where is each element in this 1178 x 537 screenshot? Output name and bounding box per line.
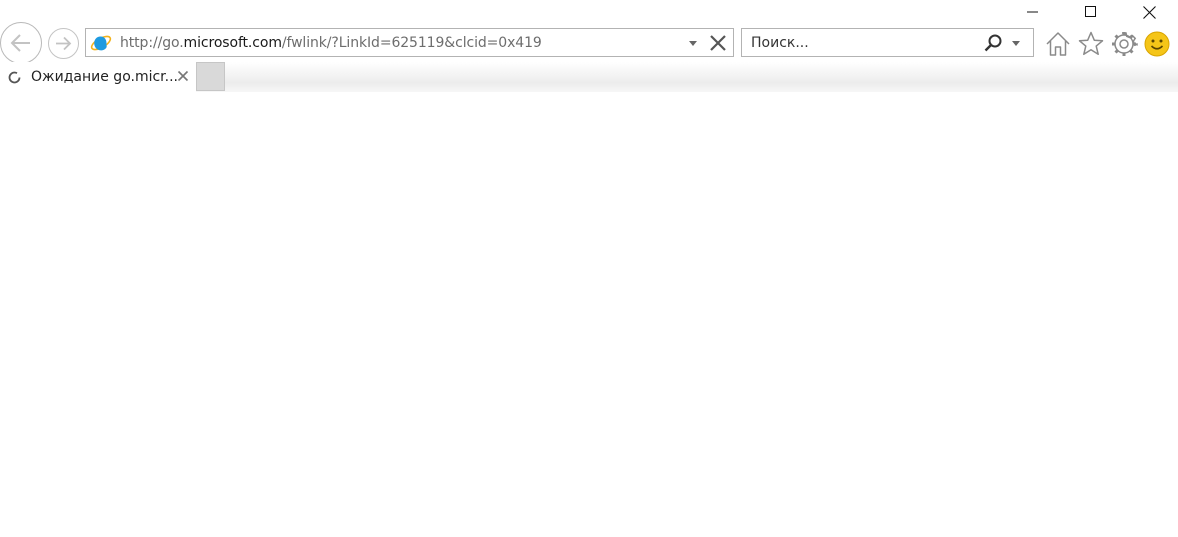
favorites-star-icon[interactable] [1077, 30, 1105, 58]
address-dropdown-icon[interactable] [686, 38, 700, 48]
tab-strip: Ожидание go.micr... [0, 62, 1178, 92]
minimize-button[interactable] [1010, 0, 1056, 24]
search-icon[interactable] [982, 33, 1004, 53]
new-tab-button[interactable] [196, 62, 225, 91]
stop-loading-icon[interactable] [709, 34, 727, 52]
tools-gear-icon[interactable] [1110, 30, 1138, 58]
search-box[interactable]: Поиск... [741, 28, 1034, 57]
tab-active[interactable]: Ожидание go.micr... [0, 62, 196, 92]
home-icon[interactable] [1044, 30, 1072, 58]
back-button[interactable] [0, 22, 42, 64]
tab-close-icon[interactable] [177, 70, 189, 82]
forward-button[interactable] [48, 28, 79, 59]
loading-spinner-icon [8, 71, 21, 84]
maximize-icon [1085, 6, 1096, 17]
feedback-smiley-icon[interactable] [1143, 30, 1171, 58]
close-icon [1142, 5, 1156, 19]
address-bar[interactable]: http://go.microsoft.com/fwlink/?LinkId=6… [85, 28, 734, 57]
close-window-button[interactable] [1126, 0, 1172, 24]
back-arrow-icon [10, 34, 30, 52]
forward-arrow-icon [56, 36, 72, 51]
internet-explorer-icon [90, 35, 112, 51]
tab-title: Ожидание go.micr... [31, 69, 179, 85]
search-provider-dropdown-icon[interactable] [1010, 38, 1022, 48]
url-text[interactable]: http://go.microsoft.com/fwlink/?LinkId=6… [120, 35, 542, 51]
maximize-button[interactable] [1068, 0, 1114, 24]
search-input[interactable]: Поиск... [751, 35, 809, 51]
minimize-icon [1027, 11, 1038, 13]
